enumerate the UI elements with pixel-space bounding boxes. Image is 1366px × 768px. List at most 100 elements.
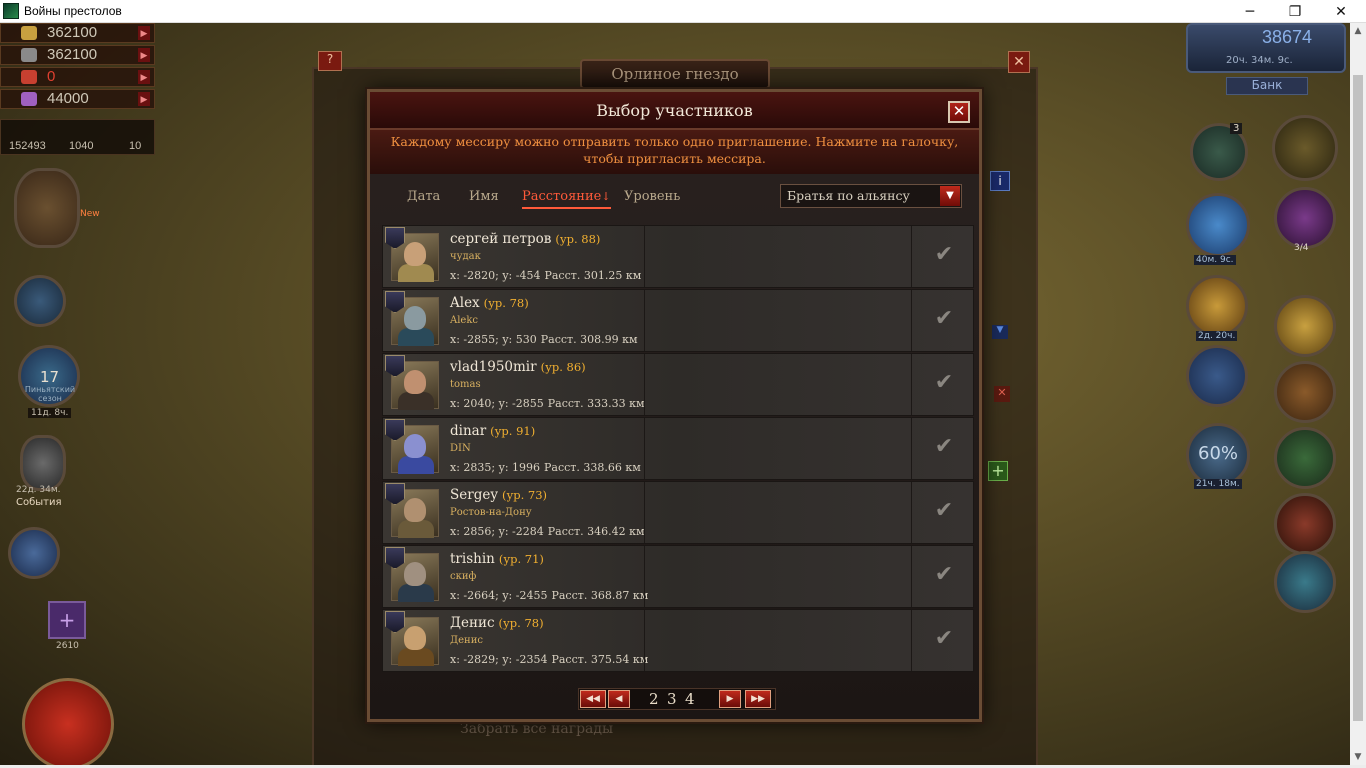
player-level: (ур. 91) — [490, 424, 536, 438]
page-3[interactable]: 3 — [667, 690, 677, 708]
background-close-icon[interactable]: ✕ — [1008, 51, 1030, 73]
orb-icon[interactable] — [1274, 551, 1336, 613]
distance-unit: км — [622, 333, 638, 346]
prev-page-button[interactable]: ◀ — [608, 690, 630, 708]
notice-band: Каждому мессиру можно отправить только о… — [370, 130, 979, 174]
invite-check-icon[interactable]: ✔ — [931, 306, 957, 332]
maximize-button[interactable]: ❐ — [1272, 0, 1318, 23]
distance-unit: км — [625, 461, 641, 474]
avatar-face — [404, 434, 426, 458]
invite-check-icon[interactable]: ✔ — [931, 434, 957, 460]
progress-counter: 3/4 — [1294, 243, 1309, 253]
events-label: События — [16, 497, 62, 508]
participants-dialog: Выбор участников ✕ Каждому мессиру можно… — [367, 89, 982, 722]
castle-icon[interactable] — [1274, 187, 1336, 249]
player-distance: 338.66 — [583, 461, 622, 474]
scroll-up-icon[interactable]: ▲ — [1350, 23, 1366, 39]
page-2[interactable]: 2 — [649, 690, 659, 708]
avatar-body — [398, 520, 434, 538]
scrollbar-thumb[interactable] — [1353, 75, 1363, 721]
search-icon[interactable] — [1274, 295, 1336, 357]
player-row: dinar (ур. 91) DIN x: 2835; y: 1996 Расст. 3… — [382, 417, 974, 480]
player-name-text: Sergey — [450, 487, 498, 503]
resource-gold[interactable]: 362100 ▶ — [0, 23, 155, 43]
distance-label: Расст. — [544, 269, 581, 282]
sort-tab-name[interactable]: Имя — [469, 189, 499, 204]
last-page-button[interactable]: ▶▶ — [745, 690, 771, 708]
add-icon[interactable]: + — [48, 601, 86, 639]
invite-check-icon[interactable]: ✔ — [931, 242, 957, 268]
next-page-button[interactable]: ▶ — [719, 690, 741, 708]
hero-portrait[interactable] — [14, 168, 80, 248]
page-4[interactable]: 4 — [685, 690, 695, 708]
chevron-right-icon: ▶ — [138, 26, 150, 40]
star-icon[interactable] — [8, 527, 60, 579]
invite-check-icon[interactable]: ✔ — [931, 498, 957, 524]
vertical-scrollbar[interactable]: ▲ ▼ — [1350, 23, 1366, 765]
row-divider — [911, 290, 912, 351]
sun-icon[interactable] — [1186, 275, 1248, 337]
close-window-button[interactable]: ✕ — [1318, 0, 1364, 23]
resource-food[interactable]: 0 ▶ — [0, 67, 155, 87]
bundle-icon[interactable] — [1186, 193, 1250, 257]
player-level: (ур. 86) — [540, 360, 586, 374]
player-row: vlad1950mir (ур. 86) tomas x: 2040; y: -285… — [382, 353, 974, 416]
invite-check-icon[interactable]: ✔ — [931, 562, 957, 588]
resource-mana[interactable]: 44000 ▶ — [0, 89, 155, 109]
first-page-button[interactable]: ◀◀ — [580, 690, 606, 708]
avatar-body — [398, 456, 434, 474]
treasure-icon[interactable] — [1272, 115, 1338, 181]
attack-button[interactable] — [22, 678, 114, 765]
window-title: Войны престолов — [24, 4, 122, 18]
minimize-button[interactable]: ─ — [1227, 0, 1273, 23]
players-list: сергей петров (ур. 88) чудак x: -2820; y: -… — [382, 225, 974, 675]
stat-army: 1040 — [69, 140, 94, 152]
sort-tab-level[interactable]: Уровень — [624, 189, 680, 204]
sort-tab-date[interactable]: Дата — [407, 189, 440, 204]
pagination: ◀◀ ◀ 2 3 4 ▶ ▶▶ — [578, 688, 776, 710]
player-coords: x: -2855; y: 530 — [450, 333, 537, 346]
distance-unit: км — [629, 397, 645, 410]
avatar-face — [404, 562, 426, 586]
distance-label: Расст. — [540, 333, 577, 346]
player-location: x: 2040; y: -2855 Расст. 333.33 км — [450, 397, 645, 410]
resource-stone[interactable]: 362100 ▶ — [0, 45, 155, 65]
helmet-icon[interactable] — [1274, 427, 1336, 489]
player-row: сергей петров (ур. 88) чудак x: -2820; y: -… — [382, 225, 974, 288]
resource-value: 0 — [47, 68, 56, 85]
player-name-text: trishin — [450, 551, 495, 567]
player-location: x: -2664; y: -2455 Расст. 368.87 км — [450, 589, 648, 602]
player-coords: x: 2856; y: -2284 — [450, 525, 544, 538]
resource-value: 44000 — [47, 90, 89, 107]
player-name-text: сергей петров — [450, 231, 552, 247]
chevron-down-icon[interactable]: ▼ — [940, 186, 960, 206]
distance-label: Расст. — [551, 653, 588, 666]
add-icon[interactable]: + — [988, 461, 1008, 481]
event-label: Пиньятский сезон — [24, 385, 76, 403]
events-icon[interactable] — [20, 435, 66, 491]
sort-tab-distance[interactable]: Расстояние↓ — [522, 189, 611, 209]
chevron-down-icon[interactable]: ▼ — [992, 325, 1008, 339]
knight-button[interactable] — [14, 275, 66, 327]
bank-button[interactable]: Банк — [1226, 77, 1308, 95]
player-row: trishin (ур. 71) скиф x: -2664; y: -2455 Рас… — [382, 545, 974, 608]
dialog-header: Выбор участников ✕ — [370, 92, 979, 130]
scroll-icon[interactable] — [1274, 493, 1336, 555]
close-button[interactable]: ✕ — [948, 101, 970, 123]
sort-bar: Дата Имя Расстояние↓ Уровень Братья по а… — [380, 178, 969, 214]
chest-icon[interactable] — [1274, 361, 1336, 423]
badge-count: 3 — [1230, 123, 1243, 134]
player-coords: x: 2835; y: 1996 — [450, 461, 541, 474]
help-icon[interactable]: ? — [318, 51, 342, 71]
invite-check-icon[interactable]: ✔ — [931, 626, 957, 652]
remove-icon[interactable]: ✕ — [994, 386, 1010, 402]
scroll-down-icon[interactable]: ▼ — [1350, 749, 1366, 765]
claim-all-button[interactable]: Забрать все награды — [460, 721, 613, 737]
shield-icon[interactable] — [1186, 345, 1248, 407]
info-icon[interactable]: i — [990, 171, 1010, 191]
alliance-filter-select[interactable]: Братья по альянсу ▼ — [780, 184, 962, 208]
player-name: vlad1950mir (ур. 86) — [450, 359, 586, 375]
row-divider — [644, 290, 645, 351]
player-row: Денис (ур. 78) Денис x: -2829; y: -2354 Расс… — [382, 609, 974, 672]
invite-check-icon[interactable]: ✔ — [931, 370, 957, 396]
